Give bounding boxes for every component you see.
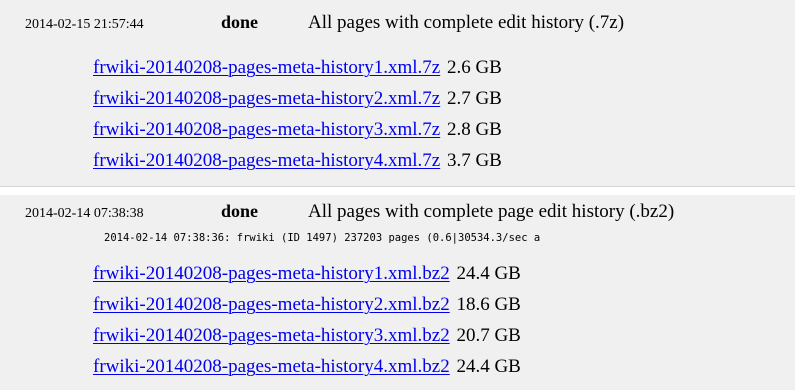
file-link[interactable]: frwiki-20140208-pages-meta-history2.xml.…	[93, 88, 440, 109]
file-size: 2.7 GB	[446, 88, 502, 109]
file-item: frwiki-20140208-pages-meta-history3.xml.…	[93, 114, 502, 145]
job-header: 2014-02-14 07:38:38 done All pages with co…	[25, 201, 674, 223]
job-status: done	[221, 12, 259, 32]
file-link[interactable]: frwiki-20140208-pages-meta-history4.xml.…	[93, 356, 450, 377]
file-size: 2.8 GB	[446, 119, 502, 140]
file-link[interactable]: frwiki-20140208-pages-meta-history1.xml.…	[93, 263, 450, 284]
file-item: frwiki-20140208-pages-meta-history2.xml.…	[93, 289, 521, 320]
file-size: 2.6 GB	[446, 57, 502, 78]
dump-job-7z: 2014-02-15 21:57:44 done All pages with co…	[0, 0, 795, 187]
dump-status-page: 2014-02-15 21:57:44 done All pages with co…	[0, 0, 795, 390]
file-size: 24.4 GB	[456, 263, 521, 284]
job-status: done	[221, 201, 259, 221]
file-size: 18.6 GB	[456, 294, 521, 315]
file-link[interactable]: frwiki-20140208-pages-meta-history1.xml.…	[93, 57, 440, 78]
file-link[interactable]: frwiki-20140208-pages-meta-history2.xml.…	[93, 294, 450, 315]
file-link[interactable]: frwiki-20140208-pages-meta-history3.xml.…	[93, 325, 450, 346]
file-link[interactable]: frwiki-20140208-pages-meta-history4.xml.…	[93, 150, 440, 171]
file-size: 20.7 GB	[456, 325, 521, 346]
job-timestamp: 2014-02-14 07:38:38	[25, 206, 144, 221]
file-list: frwiki-20140208-pages-meta-history1.xml.…	[93, 258, 521, 382]
file-item: frwiki-20140208-pages-meta-history2.xml.…	[93, 83, 502, 114]
file-item: frwiki-20140208-pages-meta-history3.xml.…	[93, 320, 521, 351]
file-size: 3.7 GB	[446, 150, 502, 171]
file-item: frwiki-20140208-pages-meta-history4.xml.…	[93, 145, 502, 176]
file-item: frwiki-20140208-pages-meta-history1.xml.…	[93, 258, 521, 289]
job-timestamp: 2014-02-15 21:57:44	[25, 17, 144, 32]
file-size: 24.4 GB	[456, 356, 521, 377]
job-header: 2014-02-15 21:57:44 done All pages with co…	[25, 12, 624, 34]
job-progress-log: 2014-02-14 07:38:36: frwiki (ID 1497) 23…	[104, 232, 541, 244]
job-description: All pages with complete edit history (.7…	[308, 12, 625, 33]
file-item: frwiki-20140208-pages-meta-history1.xml.…	[93, 52, 502, 83]
dump-job-bz2: 2014-02-14 07:38:38 done All pages with co…	[0, 195, 795, 390]
file-list: frwiki-20140208-pages-meta-history1.xml.…	[93, 52, 502, 176]
file-link[interactable]: frwiki-20140208-pages-meta-history3.xml.…	[93, 119, 440, 140]
file-item: frwiki-20140208-pages-meta-history4.xml.…	[93, 351, 521, 382]
job-description: All pages with complete page edit histor…	[308, 201, 675, 222]
